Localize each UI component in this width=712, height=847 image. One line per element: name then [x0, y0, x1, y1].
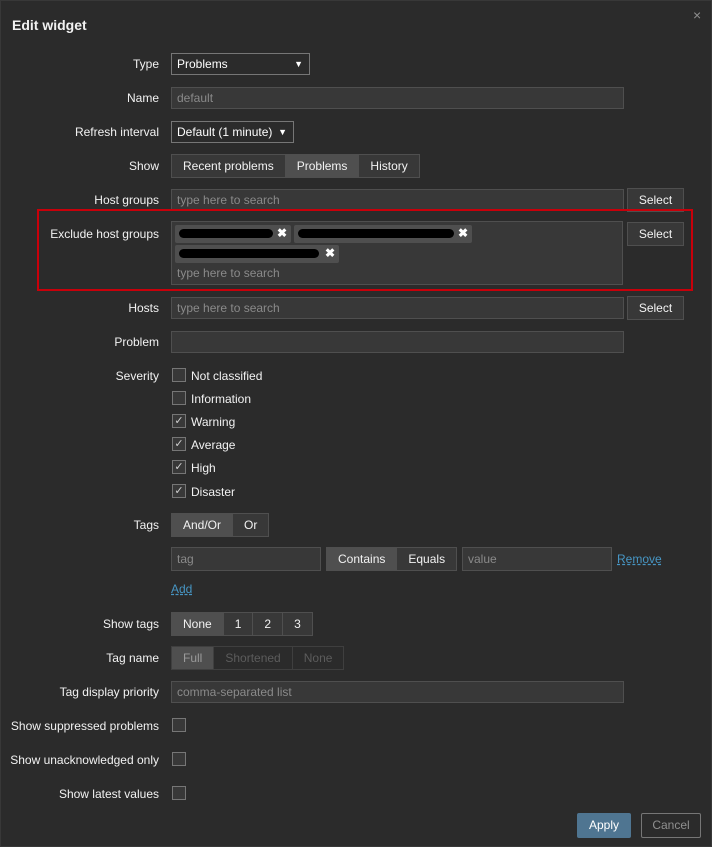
severity-label-average: Average — [191, 438, 236, 452]
show-suppressed-label: Show suppressed problems — [10, 719, 159, 733]
tag-name-shortened: Shortened — [214, 646, 293, 670]
redacted-text — [179, 229, 273, 238]
show-tags-2[interactable]: 2 — [253, 612, 284, 636]
tag-add-link[interactable]: Add — [171, 582, 192, 596]
show-tags-label: Show tags — [102, 617, 159, 631]
show-tags-none[interactable]: None — [171, 612, 224, 636]
exclude-tag-2: ✖ — [294, 225, 472, 243]
hosts-placeholder: type here to search — [177, 301, 280, 315]
tag-input[interactable]: tag — [171, 547, 321, 571]
severity-label-information: Information — [191, 392, 252, 406]
tag-name-none: None — [292, 646, 345, 670]
show-latest-checkbox[interactable] — [172, 786, 186, 800]
show-label: Show — [128, 159, 159, 173]
show-unack-label: Show unacknowledged only — [10, 753, 159, 767]
show-tags-segmented: None 1 2 3 — [171, 612, 313, 636]
tag-input-placeholder: tag — [177, 552, 194, 566]
tag-name-full: Full — [171, 646, 215, 670]
show-latest-label: Show latest values — [58, 787, 159, 801]
tags-label: Tags — [133, 518, 159, 532]
edit-widget-dialog: Edit widget × Type Problems ▼ Name defau… — [0, 0, 712, 847]
type-select[interactable]: Problems ▼ — [171, 53, 310, 75]
tag-name-label: Tag name — [106, 651, 159, 665]
problem-input[interactable] — [171, 331, 624, 353]
severity-checkbox-average[interactable]: ✓ — [172, 437, 186, 451]
name-input[interactable]: default — [171, 87, 624, 109]
severity-checkbox-information[interactable] — [172, 391, 186, 405]
tag-operator-equals[interactable]: Equals — [397, 547, 458, 571]
severity-label: Severity — [115, 369, 159, 383]
hosts-label: Hosts — [128, 301, 159, 315]
tag-priority-placeholder: comma-separated list — [177, 685, 292, 699]
hosts-select-button[interactable]: Select — [627, 296, 684, 320]
host-groups-label: Host groups — [94, 193, 159, 207]
redacted-text — [179, 249, 319, 258]
tag-operator-contains[interactable]: Contains — [326, 547, 398, 571]
apply-button[interactable]: Apply — [577, 813, 631, 838]
cancel-button[interactable]: Cancel — [641, 813, 701, 838]
exclude-host-groups-input[interactable]: ✖ ✖ ✖ type here to search — [171, 221, 623, 285]
severity-label-disaster: Disaster — [191, 485, 236, 499]
chevron-down-icon: ▼ — [278, 127, 287, 137]
severity-label-high: High — [191, 461, 216, 475]
exclude-host-groups-placeholder: type here to search — [177, 266, 280, 280]
show-option-recent-problems[interactable]: Recent problems — [171, 154, 286, 178]
show-option-problems[interactable]: Problems — [285, 154, 360, 178]
tags-eval-and-or[interactable]: And/Or — [171, 513, 234, 537]
check-icon: ✓ — [174, 485, 184, 497]
check-icon: ✓ — [174, 461, 184, 473]
severity-checkbox-disaster[interactable]: ✓ — [172, 484, 186, 498]
tag-operator-segmented: Contains Equals — [326, 547, 458, 571]
severity-label-not-classified: Not classified — [191, 369, 263, 383]
refresh-interval-value: Default (1 minute) — [177, 125, 273, 139]
tag-name-segmented: Full Shortened None — [171, 646, 345, 670]
remove-icon[interactable]: ✖ — [325, 246, 335, 260]
check-icon: ✓ — [174, 438, 184, 450]
show-tags-1[interactable]: 1 — [223, 612, 254, 636]
tags-eval-or[interactable]: Or — [233, 513, 270, 537]
tag-priority-input[interactable]: comma-separated list — [171, 681, 624, 703]
remove-icon[interactable]: ✖ — [458, 226, 468, 240]
refresh-interval-select[interactable]: Default (1 minute) ▼ — [171, 121, 294, 143]
refresh-interval-label: Refresh interval — [74, 125, 159, 139]
redacted-text — [298, 229, 454, 238]
show-suppressed-checkbox[interactable] — [172, 718, 186, 732]
check-icon: ✓ — [174, 415, 184, 427]
exclude-host-groups-label: Exclude host groups — [50, 227, 159, 241]
severity-label-warning: Warning — [191, 415, 236, 429]
remove-icon[interactable]: ✖ — [277, 226, 287, 240]
dialog-title: Edit widget — [12, 17, 87, 33]
host-groups-placeholder: type here to search — [177, 193, 280, 207]
exclude-tag-1: ✖ — [175, 225, 291, 243]
severity-checkbox-not-classified[interactable] — [172, 368, 186, 382]
show-unack-checkbox[interactable] — [172, 752, 186, 766]
problem-label: Problem — [114, 335, 159, 349]
exclude-host-groups-select-button[interactable]: Select — [627, 222, 684, 246]
name-input-placeholder: default — [177, 91, 214, 105]
hosts-input[interactable]: type here to search — [171, 297, 624, 319]
severity-checkbox-high[interactable]: ✓ — [172, 460, 186, 474]
tag-value-input[interactable]: value — [462, 547, 612, 571]
chevron-down-icon: ▼ — [294, 59, 303, 69]
name-label: Name — [126, 91, 159, 105]
tag-priority-label: Tag display priority — [59, 685, 159, 699]
tag-remove-link[interactable]: Remove — [617, 552, 662, 566]
type-label: Type — [132, 57, 159, 71]
show-tags-3[interactable]: 3 — [283, 612, 313, 636]
show-option-history[interactable]: History — [359, 154, 420, 178]
exclude-tag-3: ✖ — [175, 245, 339, 263]
host-groups-input[interactable]: type here to search — [171, 189, 624, 211]
close-icon[interactable]: × — [693, 7, 701, 23]
tags-eval-segmented: And/Or Or — [171, 513, 270, 537]
severity-checkbox-warning[interactable]: ✓ — [172, 414, 186, 428]
tag-value-placeholder: value — [468, 552, 497, 566]
type-select-value: Problems — [177, 57, 228, 71]
show-segmented: Recent problems Problems History — [171, 154, 420, 178]
